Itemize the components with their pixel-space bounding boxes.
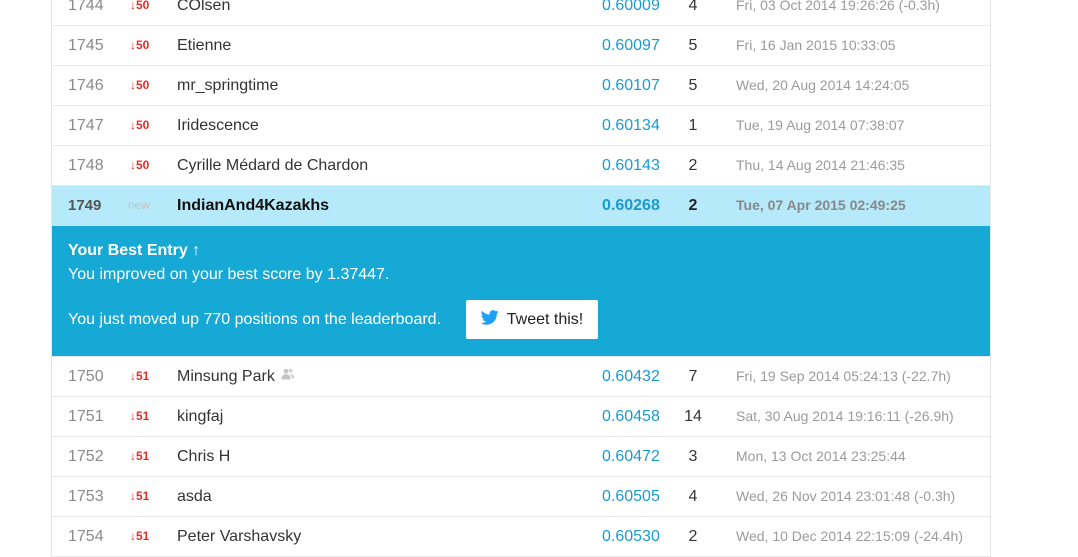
last-submission: Fri, 19 Sep 2014 05:24:13 (-22.7h) <box>736 368 951 384</box>
leaderboard-row[interactable]: 1747 ↓50 Iridescence 0.60134 1 Tue, 19 A… <box>52 106 990 146</box>
score: 0.60530 <box>602 528 660 545</box>
rank: 1751 <box>68 408 104 425</box>
entries-count: 2 <box>688 157 698 174</box>
team-cell[interactable]: Minsung Park <box>177 357 295 396</box>
best-entry-title: Your Best Entry ↑ <box>68 242 201 259</box>
leaderboard-row[interactable]: 1753 ↓51 asda 0.60505 4 Wed, 26 Nov 2014… <box>52 477 990 517</box>
last-submission: Tue, 07 Apr 2015 02:49:25 <box>736 197 906 213</box>
rank-change: ↓50 <box>130 118 150 132</box>
score: 0.60009 <box>602 0 660 14</box>
leaderboard-row[interactable]: 1745 ↓50 Etienne 0.60097 5 Fri, 16 Jan 2… <box>52 26 990 66</box>
entries-count: 4 <box>688 488 698 505</box>
team-name[interactable]: Minsung Park <box>177 368 275 385</box>
score: 0.60505 <box>602 488 660 505</box>
best-entry-banner: Your Best Entry ↑ You improved on your b… <box>52 226 990 357</box>
rank-change: ↓51 <box>130 529 150 543</box>
last-submission: Fri, 16 Jan 2015 10:33:05 <box>736 37 896 53</box>
last-submission: Wed, 20 Aug 2014 14:24:05 <box>736 77 910 93</box>
team-members-icon <box>281 356 295 395</box>
rank-change: ↓50 <box>130 78 150 92</box>
entries-count: 3 <box>688 448 698 465</box>
entries-count: 7 <box>688 368 698 385</box>
score: 0.60107 <box>602 77 660 94</box>
rank: 1753 <box>68 488 104 505</box>
last-submission: Mon, 13 Oct 2014 23:25:44 <box>736 448 906 464</box>
improvement-message: You improved on your best score by 1.374… <box>68 266 390 283</box>
tweet-button[interactable]: Tweet this! <box>466 300 598 339</box>
rank: 1754 <box>68 528 104 545</box>
score: 0.60472 <box>602 448 660 465</box>
team-name[interactable]: Etienne <box>177 26 231 65</box>
team-name[interactable]: COlsen <box>177 0 230 25</box>
team-name[interactable]: Chris H <box>177 437 230 476</box>
score: 0.60134 <box>602 117 660 134</box>
last-submission: Tue, 19 Aug 2014 07:38:07 <box>736 117 905 133</box>
rank: 1744 <box>68 0 104 14</box>
leaderboard-row[interactable]: 1752 ↓51 Chris H 0.60472 3 Mon, 13 Oct 2… <box>52 437 990 477</box>
position-message: You just moved up 770 positions on the l… <box>68 311 442 328</box>
entries-count: 2 <box>688 528 698 545</box>
leaderboard-row[interactable]: 1748 ↓50 Cyrille Médard de Chardon 0.601… <box>52 146 990 186</box>
rank-change: ↓50 <box>130 158 150 172</box>
last-submission: Wed, 10 Dec 2014 22:15:09 (-24.4h) <box>736 528 964 544</box>
new-badge: new <box>128 198 151 212</box>
last-submission: Thu, 14 Aug 2014 21:46:35 <box>736 157 905 173</box>
score: 0.60458 <box>602 408 660 425</box>
team-name[interactable]: Iridescence <box>177 106 259 145</box>
rank-change: ↓50 <box>130 38 150 52</box>
team-name[interactable]: Peter Varshavsky <box>177 517 301 556</box>
entries-count: 4 <box>688 0 698 14</box>
team-name[interactable]: mr_springtime <box>177 66 278 105</box>
rank-change: ↓51 <box>130 409 150 423</box>
tweet-button-label: Tweet this! <box>506 310 584 328</box>
leaderboard-row[interactable]: 1744 ↓50 COlsen 0.60009 4 Fri, 03 Oct 20… <box>52 0 990 26</box>
rank-change: ↓51 <box>130 449 150 463</box>
entries-count: 14 <box>684 408 702 425</box>
team-name[interactable]: asda <box>177 477 212 516</box>
last-submission: Wed, 26 Nov 2014 23:01:48 (-0.3h) <box>736 488 956 504</box>
rank: 1746 <box>68 77 104 94</box>
twitter-bird-icon <box>480 309 499 330</box>
team-name[interactable]: kingfaj <box>177 397 223 436</box>
score: 0.60268 <box>602 197 660 214</box>
rank-change: ↓51 <box>130 489 150 503</box>
rank-change: ↓51 <box>130 369 150 383</box>
last-submission: Fri, 03 Oct 2014 19:26:26 (-0.3h) <box>736 0 940 13</box>
leaderboard-row[interactable]: 1750 ↓51 Minsung Park 0.60432 7 Fri, 19 … <box>52 357 990 397</box>
team-name[interactable]: IndianAnd4Kazakhs <box>177 186 329 225</box>
rank-change: ↓50 <box>130 0 150 12</box>
score: 0.60097 <box>602 37 660 54</box>
current-team-row[interactable]: 1749 new IndianAnd4Kazakhs 0.60268 2 Tue… <box>52 186 990 226</box>
rank: 1752 <box>68 448 104 465</box>
rank: 1750 <box>68 368 104 385</box>
last-submission: Sat, 30 Aug 2014 19:16:11 (-26.9h) <box>736 408 954 424</box>
rank: 1748 <box>68 157 104 174</box>
entries-count: 5 <box>688 77 698 94</box>
rank: 1749 <box>68 197 102 214</box>
leaderboard-row[interactable]: 1754 ↓51 Peter Varshavsky 0.60530 2 Wed,… <box>52 517 990 557</box>
rank: 1747 <box>68 117 104 134</box>
entries-count: 1 <box>688 117 698 134</box>
leaderboard-row[interactable]: 1751 ↓51 kingfaj 0.60458 14 Sat, 30 Aug … <box>52 397 990 437</box>
leaderboard-row[interactable]: 1746 ↓50 mr_springtime 0.60107 5 Wed, 20… <box>52 66 990 106</box>
leaderboard-table: 1744 ↓50 COlsen 0.60009 4 Fri, 03 Oct 20… <box>51 0 991 557</box>
entries-count: 5 <box>688 37 698 54</box>
team-name[interactable]: Cyrille Médard de Chardon <box>177 146 368 185</box>
entries-count: 2 <box>688 197 698 214</box>
score: 0.60143 <box>602 157 660 174</box>
score: 0.60432 <box>602 368 660 385</box>
rank: 1745 <box>68 37 104 54</box>
